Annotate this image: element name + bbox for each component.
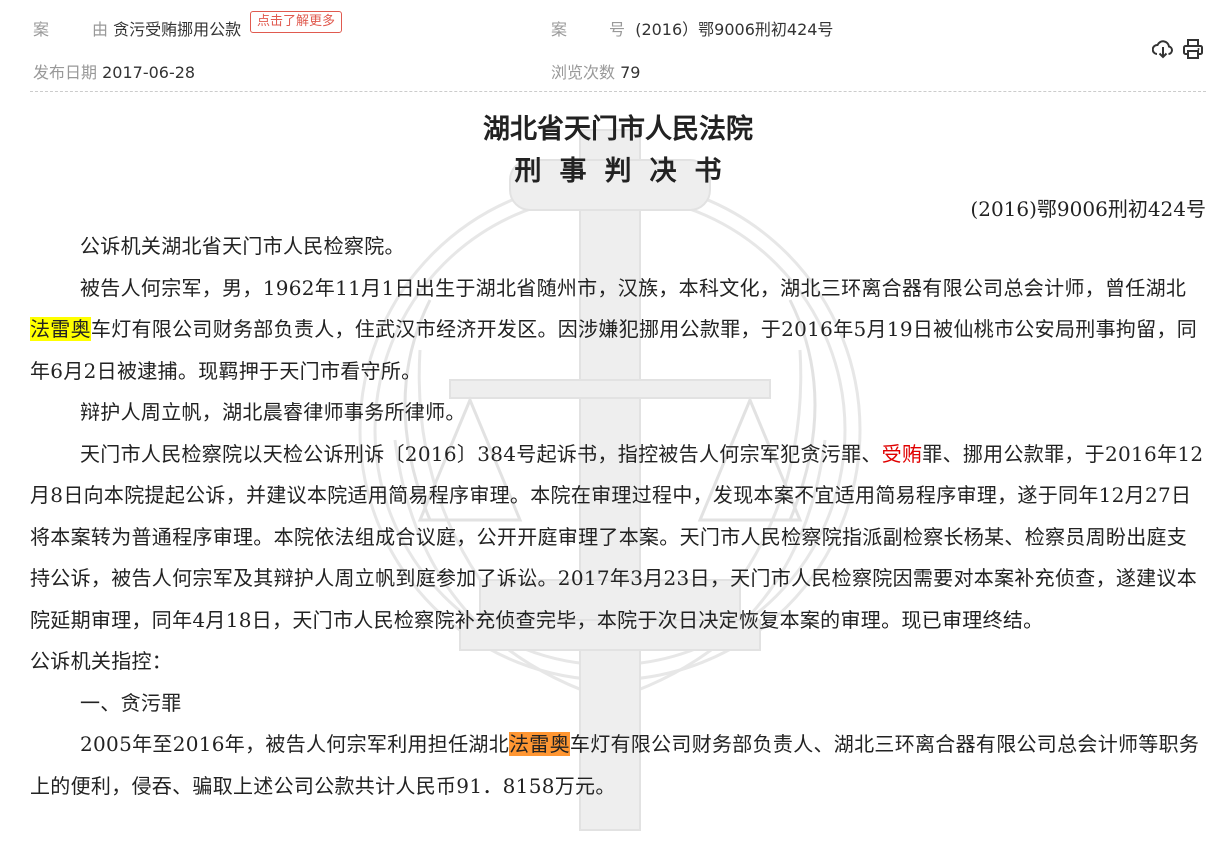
case-no-label-a: 案 [551,20,568,39]
pub-date-label: 发布日期 [33,63,98,82]
court-name: 湖北省天门市人民法院 [483,114,753,145]
paragraph-procedure: 天门市人民检察院以天检公诉刑诉〔2016〕384号起诉书，指控被告人何宗军犯贪污… [30,434,1206,642]
defendant-text-b: 车灯有限公司财务部负责人，住武汉市经济开发区。因涉嫌犯挪用公款罪，于2016年5… [30,317,1198,383]
case-no-label-b: 号 [609,20,626,39]
highlighted-keyword: 法雷奥 [30,317,91,341]
case-cause-label-a: 案 [33,20,50,39]
publish-date: 发布日期 2017-06-28 [33,63,195,83]
toolbar [1151,38,1204,60]
document-type: 刑事判决书 [514,156,740,187]
charge-detail-text-a: 2005年至2016年，被告人何宗军利用担任湖北 [80,732,509,756]
download-icon[interactable] [1151,38,1174,60]
view-count: 浏览次数 79 [551,63,640,83]
keyword-link[interactable]: 受贿 [882,442,923,466]
views-value: 79 [620,63,641,82]
case-no-value: (2016）鄂9006刑初424号 [635,20,834,39]
print-icon[interactable] [1182,38,1204,60]
paragraph-defendant: 被告人何宗军，男，1962年11月1日出生于湖北省随州市，汉族，本科文化，湖北三… [30,268,1206,393]
paragraph-charge-one: 一、贪污罪 [80,690,182,715]
judgment-document: 湖北省天门市人民法院 刑事判决书 (2016)鄂9006刑初424号 公诉机关湖… [30,96,1206,807]
paragraph-prosecutor: 公诉机关湖北省天门市人民检察院。 [80,234,405,258]
procedure-text-a: 天门市人民检察院以天检公诉刑诉〔2016〕384号起诉书，指控被告人何宗军犯贪污… [80,441,882,466]
case-cause-label-b: 由 [92,20,109,39]
learn-more-button[interactable]: 点击了解更多 [250,11,343,33]
case-cause-value: 贪污受贿挪用公款 [113,20,242,39]
highlighted-keyword-current: 法雷奥 [509,732,570,756]
paragraph-charge-detail: 2005年至2016年，被告人何宗军利用担任湖北法雷奥车灯有限公司财务部负责人、… [30,724,1206,807]
defendant-text-a: 被告人何宗军，男，1962年11月1日出生于湖北省随州市，汉族，本科文化，湖北三… [80,275,1187,300]
pub-date-value: 2017-06-28 [102,63,196,82]
document-number: (2016)鄂9006刑初424号 [970,197,1206,221]
procedure-text-b: 罪、挪用公款罪，于2016年12月8日向本院提起公诉，并建议本院适用简易程序审理… [30,441,1204,632]
views-label: 浏览次数 [551,63,616,82]
header-divider [30,91,1206,92]
paragraph-charges-heading: 公诉机关指控： [30,649,173,673]
paragraph-defense-counsel: 辩护人周立帆，湖北晨睿律师事务所律师。 [80,400,466,424]
case-number: 案 号 (2016）鄂9006刑初424号 [551,20,833,40]
case-cause: 案 由 贪污受贿挪用公款 [33,20,241,40]
